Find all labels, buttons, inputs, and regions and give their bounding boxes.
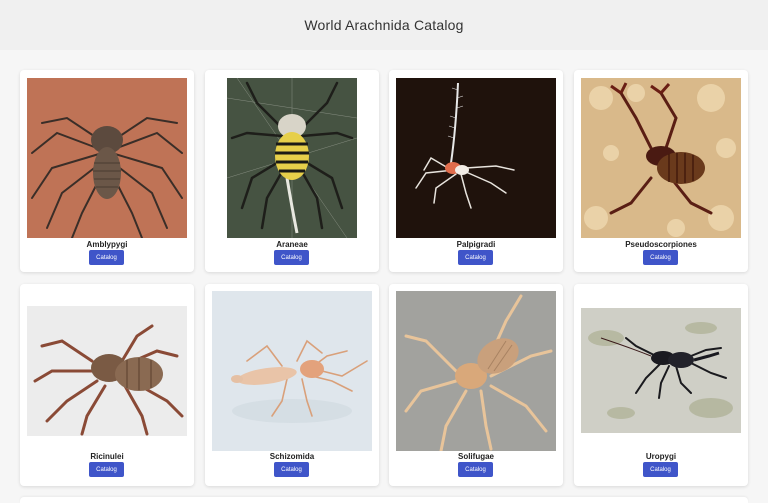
palpigradi-photo xyxy=(396,78,556,238)
catalog-button[interactable]: Catalog xyxy=(274,462,309,477)
card-title: Amblypygi xyxy=(86,240,128,249)
catalog-button[interactable]: Catalog xyxy=(274,250,309,265)
card-palpigradi: Palpigradi Catalog xyxy=(389,70,563,272)
araneae-photo xyxy=(227,78,357,238)
card-title: Ricinulei xyxy=(90,452,124,461)
card-amblypygi: Amblypygi Catalog xyxy=(20,70,194,272)
ricinulei-photo xyxy=(27,306,187,436)
card-solifugae: Solifugae Catalog xyxy=(389,284,563,486)
uropygi-photo xyxy=(581,308,741,433)
catalog-button[interactable]: Catalog xyxy=(89,462,124,477)
pseudoscorpiones-photo xyxy=(581,78,741,238)
amblypygi-photo xyxy=(27,78,187,238)
card-title: Pseudoscorpiones xyxy=(625,240,697,249)
solifugae-photo xyxy=(396,291,556,451)
schizomida-photo xyxy=(212,291,372,451)
ricinulei-image[interactable] xyxy=(27,306,187,436)
card-title: Araneae xyxy=(276,240,308,249)
card-title: Solifugae xyxy=(457,452,494,461)
catalog-button[interactable]: Catalog xyxy=(643,250,678,265)
card-uropygi: Uropygi Catalog xyxy=(574,284,748,486)
card-pseudoscorpiones: Pseudoscorpiones Catalog xyxy=(574,70,748,272)
card-title: Schizomida xyxy=(269,452,315,461)
uropygi-image[interactable] xyxy=(581,308,741,433)
card-ricinulei: Ricinulei Catalog xyxy=(20,284,194,486)
card-araneae: Araneae Catalog xyxy=(205,70,379,272)
palpigradi-image[interactable] xyxy=(396,78,556,238)
catalog-button[interactable]: Catalog xyxy=(458,462,493,477)
card-schizomida: Schizomida Catalog xyxy=(205,284,379,486)
pseudoscorpiones-image[interactable] xyxy=(581,78,741,238)
page-header: World Arachnida Catalog xyxy=(0,0,768,50)
solifugae-image[interactable] xyxy=(396,291,556,451)
page-title: World Arachnida Catalog xyxy=(304,17,464,33)
catalog-button[interactable]: Catalog xyxy=(458,250,493,265)
araneae-image[interactable] xyxy=(227,78,357,238)
card-title: Palpigradi xyxy=(456,240,496,249)
next-row-edge xyxy=(20,497,748,503)
amblypygi-image[interactable] xyxy=(27,78,187,238)
catalog-button[interactable]: Catalog xyxy=(89,250,124,265)
catalog-button[interactable]: Catalog xyxy=(643,462,678,477)
card-title: Uropygi xyxy=(645,452,677,461)
schizomida-image[interactable] xyxy=(212,291,372,451)
